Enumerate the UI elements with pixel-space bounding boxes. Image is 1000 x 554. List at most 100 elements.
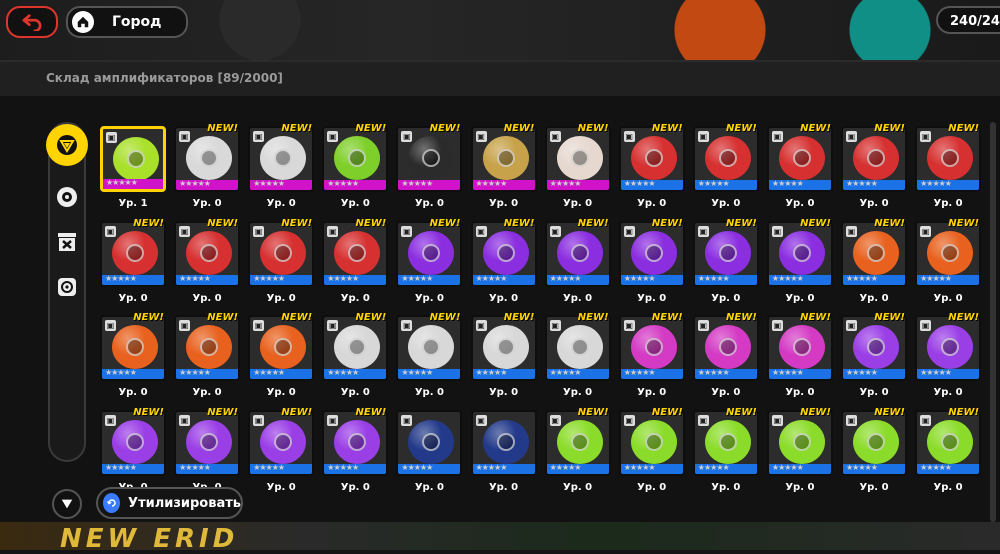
amplifier-card[interactable]: ▣★★★★★NEW!Ур. 0 [470, 312, 537, 398]
amplifier-card[interactable]: ▣★★★★★NEW!Ур. 0 [544, 407, 611, 492]
amplifier-icon [704, 419, 751, 464]
amplifier-card[interactable]: ▣★★★★★NEW!Ур. 0 [174, 407, 241, 492]
amplifier-level: Ур. 0 [637, 387, 667, 398]
recycle-button[interactable]: Утилизировать [96, 487, 243, 519]
amplifier-card[interactable]: ▣★★★★★NEW!Ур. 0 [248, 123, 315, 209]
amplifier-card[interactable]: ▣★★★★★NEW!Ур. 0 [248, 218, 315, 304]
amplifier-card[interactable]: ▣★★★★★NEW!Ур. 0 [915, 407, 982, 492]
star-rating: ★★★★★ [401, 368, 433, 377]
amplifier-card[interactable]: ▣★★★★★NEW!Ур. 0 [692, 217, 759, 304]
new-badge: NEW! [503, 217, 535, 229]
new-badge: NEW! [948, 312, 980, 323]
amplifier-frame: ▣ ★★★★★ [322, 409, 389, 476]
tab-amplifiers[interactable] [46, 124, 88, 166]
amplifier-icon [556, 230, 603, 275]
amplifier-card[interactable]: ▣★★★★★NEW!Ур. 0 [544, 218, 611, 304]
amplifier-level: Ур. 0 [563, 387, 593, 398]
amplifier-card[interactable]: ▣★★★★★NEW!Ур. 0 [470, 217, 537, 304]
tab-discs[interactable] [46, 176, 88, 218]
amplifier-icon [482, 230, 529, 275]
amplifier-card[interactable]: ▣★★★★★NEW!Ур. 0 [174, 218, 241, 304]
amplifier-card[interactable]: ▣★★★★★NEW!Ур. 0 [396, 218, 463, 304]
amplifier-card[interactable]: ▣★★★★★NEW!Ур. 0 [692, 407, 759, 492]
amplifier-icon [927, 136, 974, 180]
amplifier-card[interactable]: ▣★★★★★NEW!Ур. 0 [841, 407, 907, 492]
amplifier-card[interactable]: ▣ ★★★★★ NEW! Ур. 0 [174, 312, 241, 398]
amplifier-frame: ▣ ★★★★★ [322, 315, 389, 381]
amplifier-card[interactable]: ▣★★★★★NEW!Ур. 0 [544, 123, 611, 209]
amplifier-card[interactable]: ▣★★★★★NEW!Ур. 0 [915, 123, 982, 209]
amplifier-level: Ур. 0 [192, 387, 222, 398]
lock-icon: ▣ [401, 320, 413, 331]
amplifier-icon [186, 230, 233, 275]
amplifier-card[interactable]: ▣★★★★★NEW!Ур. 0 [100, 312, 166, 398]
grid-scrollbar[interactable] [990, 122, 996, 522]
star-rating: ★★★★★ [623, 179, 656, 188]
star-rating: ★★★★★ [475, 462, 508, 472]
amplifier-card[interactable]: ▣★★★★★NEW!Ур. 0 [322, 218, 389, 304]
amplifier-card[interactable]: ▣★★★★★NEW!Ур. 0 [618, 123, 685, 209]
amplifier-card[interactable]: ▣★★★★★NEW!Ур. 0 [396, 123, 463, 209]
amplifier-frame: ▣ ★★★★★ [766, 220, 833, 287]
tab-crates[interactable] [46, 221, 88, 263]
amplifier-card[interactable]: ▣★★★★★NEW!Ур. 0 [248, 312, 315, 398]
amplifier-card[interactable]: ▣★★★★★NEW!Ур. 0 [322, 123, 389, 209]
star-rating: ★★★★★ [327, 179, 359, 188]
background-banner: NEW ERID [0, 520, 1000, 554]
amplifier-card[interactable]: ▣★★★★★NEW!Ур. 0 [618, 312, 685, 398]
amplifier-icon [778, 136, 825, 180]
star-rating: ★★★★★ [179, 368, 211, 377]
amplifier-level: Ур. 0 [933, 481, 963, 493]
amplifier-frame: ▣ ★★★★★ [248, 315, 315, 381]
star-rating: ★★★★★ [475, 273, 508, 283]
amplifier-level: Ур. 0 [192, 198, 222, 209]
amplifier-card[interactable]: ▣★★★★★NEW!Ур. 0 [174, 123, 241, 209]
amplifier-card[interactable]: ▣★★★★★NEW!Ур. 0 [915, 218, 982, 304]
amplifier-card[interactable]: ▣★★★★★NEW!Ур. 0 [915, 312, 982, 398]
new-badge: NEW! [726, 217, 757, 229]
amplifier-card[interactable]: ▣★★★★★NEW!Ур. 0 [766, 312, 833, 398]
amplifier-icon [556, 325, 603, 369]
new-badge: NEW! [207, 312, 239, 323]
amplifier-level: Ур. 0 [414, 387, 444, 398]
amplifier-card[interactable]: ▣★★★★★NEW!Ур. 0 [100, 407, 166, 492]
lock-icon: ▣ [771, 131, 783, 142]
lock-icon: ▣ [475, 414, 487, 426]
amplifier-card[interactable]: ▣ ★★★★★ Ур. 0 [470, 409, 537, 492]
recycle-icon [103, 493, 121, 513]
amplifier-icon [112, 230, 158, 275]
amplifier-frame: ▣ ★★★★★ [915, 220, 982, 287]
amplifier-card[interactable]: ▣★★★★★NEW!Ур. 0 [692, 312, 759, 398]
amplifier-card[interactable]: ▣★★★★★NEW!Ур. 0 [692, 123, 759, 209]
location-pill[interactable]: Город [66, 6, 188, 38]
filter-button[interactable] [52, 489, 82, 519]
back-button[interactable] [6, 6, 58, 38]
amplifier-card[interactable]: ▣★★★★★NEW!Ур. 0 [841, 312, 907, 398]
amplifier-level: Ур. 0 [414, 198, 444, 209]
amplifier-card[interactable]: ▣★★★★★NEW!Ур. 0 [618, 407, 685, 492]
amplifier-card[interactable]: ▣★★★★★NEW!Ур. 0 [322, 407, 389, 492]
amplifier-card[interactable]: ▣★★★★★NEW!Ур. 0 [100, 218, 166, 304]
amplifier-card[interactable]: ▣ ★★★★★ Ур. 1 [100, 126, 166, 209]
amplifier-level: Ур. 0 [118, 292, 148, 304]
amplifier-level: Ур. 1 [118, 198, 148, 209]
tab-chips[interactable] [46, 266, 88, 308]
amplifier-card[interactable]: ▣★★★★★NEW!Ур. 0 [766, 218, 833, 304]
star-rating: ★★★★★ [549, 368, 582, 377]
lock-icon: ▣ [549, 131, 561, 142]
amplifier-card[interactable]: ▣★★★★★NEW!Ур. 0 [766, 407, 833, 492]
new-badge: NEW! [503, 312, 535, 323]
amplifier-level: Ур. 0 [785, 387, 815, 398]
amplifier-card[interactable]: ▣★★★★★NEW!Ур. 0 [618, 218, 685, 304]
amplifier-card[interactable]: ▣★★★★★NEW!Ур. 0 [396, 312, 463, 398]
amplifier-card[interactable]: ▣★★★★★NEW!Ур. 0 [841, 123, 907, 209]
star-rating: ★★★★★ [771, 368, 804, 377]
amplifier-card[interactable]: ▣★★★★★NEW!Ур. 0 [544, 312, 611, 398]
amplifier-card[interactable]: ▣★★★★★NEW!Ур. 0 [322, 312, 389, 398]
amplifier-card[interactable]: ▣★★★★★NEW!Ур. 0 [841, 218, 907, 304]
lock-icon: ▣ [179, 320, 191, 331]
amplifier-card[interactable]: ▣★★★★★NEW!Ур. 0 [248, 407, 315, 492]
amplifier-card[interactable]: ▣★★★★★NEW!Ур. 0 [766, 123, 833, 209]
amplifier-card[interactable]: ▣★★★★★NEW!Ур. 0 [470, 123, 537, 209]
amplifier-card[interactable]: ▣ ★★★★★ Ур. 0 [396, 409, 463, 492]
